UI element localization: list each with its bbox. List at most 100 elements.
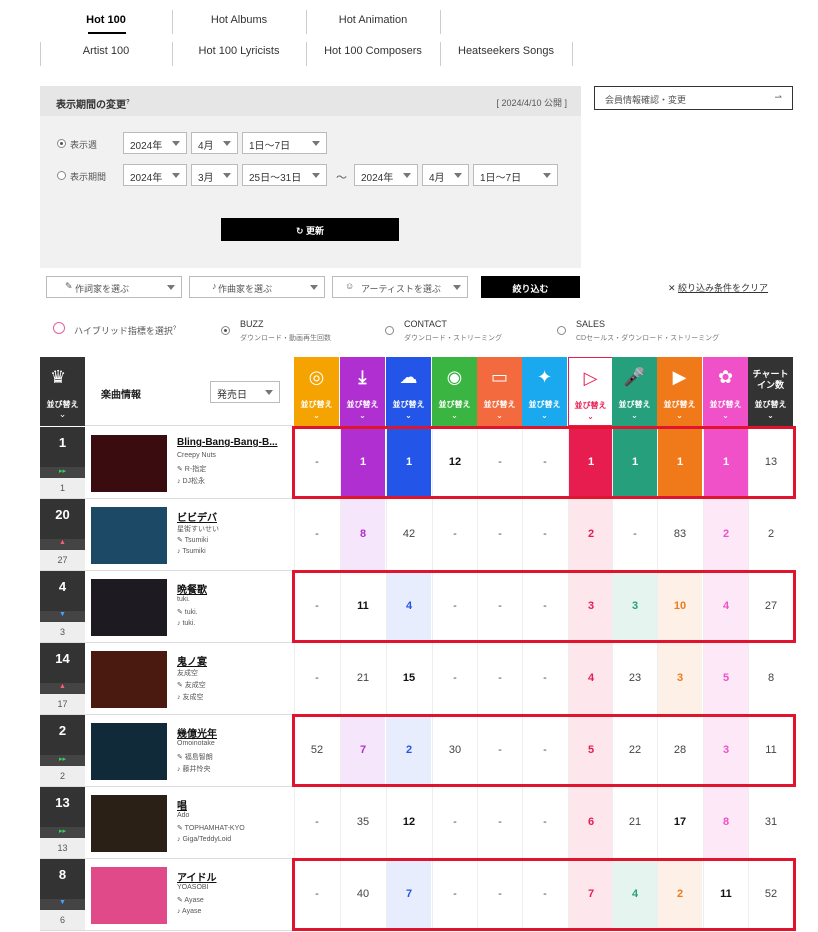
- artist-select[interactable]: ☺ アーティストを選ぶ: [332, 276, 468, 298]
- apply-filter-button[interactable]: 絞り込む: [481, 276, 580, 298]
- song-thumbnail[interactable]: [91, 723, 167, 780]
- metric-cell: 28: [657, 715, 702, 786]
- current-rank: 13: [55, 795, 70, 810]
- metric-cell: 5: [703, 643, 748, 714]
- tab-hot100-lyricists[interactable]: Hot 100 Lyricists: [172, 45, 306, 57]
- rank-cell: 2 ▸▸ 2: [40, 715, 85, 786]
- person-icon: ☺: [345, 281, 355, 291]
- column-header-twitter[interactable]: ✦ 並び替え ⌄: [522, 357, 567, 426]
- tab-heatseekers-songs[interactable]: Heatseekers Songs: [440, 45, 572, 57]
- tab-hot-animation[interactable]: Hot Animation: [306, 14, 440, 26]
- chart-in-header[interactable]: チャートイン数 並び替え ⌄: [748, 357, 793, 426]
- tab-hot-albums[interactable]: Hot Albums: [172, 14, 306, 26]
- artist-name: 星街すいせい: [177, 526, 219, 533]
- week-days-select[interactable]: 1日〜7日: [242, 132, 327, 154]
- column-header-hybrid[interactable]: ✿ 並び替え ⌄: [703, 357, 748, 426]
- sales-desc: CDセールス・ダウンロード・ストリーミング: [576, 335, 720, 342]
- song-title-link[interactable]: 唱: [177, 797, 187, 812]
- range-to-month-select[interactable]: 4月: [422, 164, 469, 186]
- composer-select[interactable]: ♪ 作曲家を選ぶ: [189, 276, 325, 298]
- artist-name: 友成空: [177, 670, 198, 677]
- lyricist-credit: ✎ TOPHAMHAT-KYO: [177, 825, 245, 832]
- tab-label: Hot 100 Composers: [324, 45, 422, 57]
- rank-cell: 1 ▸▸ 1: [40, 427, 85, 498]
- chevron-down-icon: ⌄: [359, 411, 366, 420]
- rank-down-icon: ▼: [40, 611, 85, 622]
- tab-hot100-composers[interactable]: Hot 100 Composers: [306, 45, 440, 57]
- tab-divider: [306, 10, 307, 34]
- rank-header[interactable]: ♛ 並び替え ⌄: [40, 357, 85, 426]
- sales-radio[interactable]: [557, 326, 566, 335]
- lyricist-select[interactable]: ✎ 作詞家を選ぶ: [46, 276, 182, 298]
- metric-cell: 6: [568, 787, 613, 858]
- cd-icon: ◎: [308, 367, 325, 387]
- current-rank: 14: [55, 651, 70, 666]
- range-radio[interactable]: [57, 171, 66, 180]
- column-header-cd[interactable]: ◎ 並び替え ⌄: [294, 357, 339, 426]
- metric-cell: 3: [657, 643, 702, 714]
- column-header-pc[interactable]: ▭ 並び替え ⌄: [477, 357, 522, 426]
- artist-name: YOASOBI: [177, 884, 209, 891]
- tab-hot100[interactable]: Hot 100: [40, 14, 172, 26]
- song-title-link[interactable]: ビビデバ: [177, 509, 217, 524]
- song-thumbnail[interactable]: [91, 579, 167, 636]
- song-thumbnail[interactable]: [91, 435, 167, 492]
- hybrid-label: ハイブリッド指標を選択?: [74, 324, 176, 337]
- update-button[interactable]: ↻ 更新: [221, 218, 399, 241]
- range-from-year-select[interactable]: 2024年: [123, 164, 187, 186]
- metric-cell: 1: [340, 427, 385, 498]
- tab-divider: [440, 42, 441, 66]
- song-title-link[interactable]: 晩餐歌: [177, 581, 207, 596]
- member-info-label: 会員情報確認・変更: [605, 95, 687, 105]
- range-from-month-select[interactable]: 3月: [191, 164, 238, 186]
- metric-cell: 52: [294, 715, 339, 786]
- period-panel: 表示期間の変更? [ 2024/4/10 公開 ] 表示週 2024年 4月 1…: [40, 86, 581, 268]
- chevron-down-icon: ⌄: [451, 411, 458, 420]
- metric-cell: -: [477, 715, 522, 786]
- range-from-days-select[interactable]: 25日〜31日: [242, 164, 327, 186]
- song-title-link[interactable]: Bling-Bang-Bang-B...: [177, 437, 278, 448]
- rank-cell: 4 ▼ 3: [40, 571, 85, 642]
- metric-cell: -: [522, 499, 567, 570]
- tab-artist100[interactable]: Artist 100: [40, 45, 172, 57]
- song-thumbnail[interactable]: [91, 867, 167, 924]
- column-header-playlist[interactable]: ▶ 並び替え ⌄: [657, 357, 702, 426]
- song-thumbnail[interactable]: [91, 651, 167, 708]
- chevron-down-icon: ⌄: [58, 409, 67, 419]
- range-to-year-select[interactable]: 2024年: [354, 164, 418, 186]
- week-year-select[interactable]: 2024年: [123, 132, 187, 154]
- week-month-select[interactable]: 4月: [191, 132, 238, 154]
- rank-cell: 13 ▸▸ 13: [40, 787, 85, 858]
- release-date-sort-select[interactable]: 発売日: [210, 381, 280, 403]
- help-icon[interactable]: ?: [126, 100, 130, 106]
- artist-name: Creepy Nuts: [177, 452, 216, 459]
- hybrid-label-text: ハイブリッド指標を選択: [74, 326, 173, 336]
- song-title-link[interactable]: 幾億光年: [177, 725, 217, 740]
- pc-icon: ▭: [490, 367, 508, 387]
- help-icon[interactable]: ?: [173, 326, 176, 332]
- member-info-button[interactable]: 会員情報確認・変更 ⇀: [594, 86, 793, 110]
- metric-cell: 30: [432, 715, 477, 786]
- song-title-link[interactable]: アイドル: [177, 869, 217, 884]
- column-header-radio[interactable]: ◉ 並び替え ⌄: [432, 357, 477, 426]
- song-title-link[interactable]: 鬼ノ宴: [177, 653, 207, 668]
- composer-credit: ♪ 友成空: [177, 694, 204, 701]
- column-header-cloud-stream[interactable]: ☁ 並び替え ⌄: [386, 357, 431, 426]
- week-radio[interactable]: [57, 139, 66, 148]
- buzz-radio[interactable]: [221, 326, 230, 335]
- clear-filter-link[interactable]: ✕ 絞り込み条件をクリア: [668, 281, 768, 294]
- column-header-download[interactable]: ⤓ 並び替え ⌄: [340, 357, 385, 426]
- column-header-karaoke[interactable]: 🎤 並び替え ⌄: [612, 357, 657, 426]
- current-rank: 20: [55, 507, 70, 522]
- pen-icon: ✎: [65, 281, 73, 291]
- metric-cell: 1: [386, 427, 431, 498]
- contact-radio[interactable]: [385, 326, 394, 335]
- song-thumbnail[interactable]: [91, 507, 167, 564]
- rank-up-icon: ▲: [40, 683, 85, 694]
- clear-filter-label: 絞り込み条件をクリア: [678, 283, 769, 293]
- column-header-video[interactable]: ▷ 並び替え ⌄: [568, 357, 613, 426]
- current-rank: 2: [58, 723, 67, 738]
- metric-cell: 11: [703, 859, 748, 930]
- range-to-days-select[interactable]: 1日〜7日: [473, 164, 558, 186]
- song-thumbnail[interactable]: [91, 795, 167, 852]
